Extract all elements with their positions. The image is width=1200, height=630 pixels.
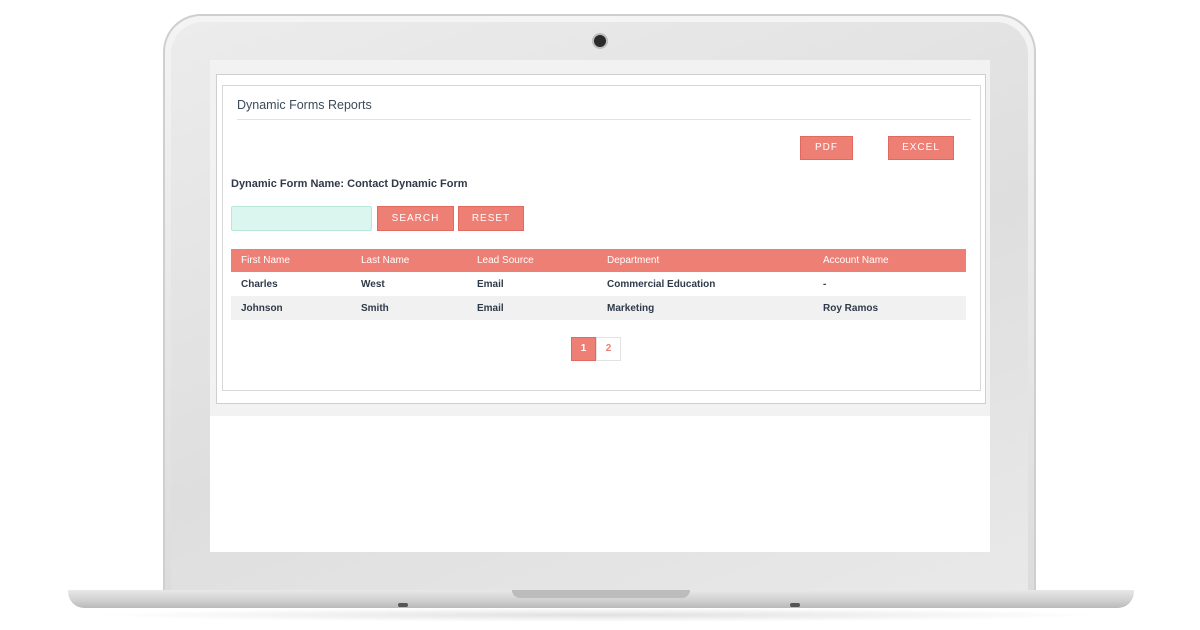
table-row: Johnson Smith Email Marketing Roy Ramos xyxy=(231,296,966,320)
report-panel: Dynamic Forms Reports PDF EXCEL Dynamic … xyxy=(222,85,981,391)
reset-button[interactable]: RESET xyxy=(458,206,524,231)
table-header-row: First Name Last Name Lead Source Departm… xyxy=(231,249,966,272)
excel-export-button[interactable]: EXCEL xyxy=(888,136,954,160)
cell-first-name: Johnson xyxy=(231,296,351,320)
pagination: 1 2 xyxy=(571,337,621,361)
laptop-foot xyxy=(790,603,800,607)
column-header-department[interactable]: Department xyxy=(597,249,813,272)
laptop-foot xyxy=(398,603,408,607)
webcam-icon xyxy=(594,35,606,47)
cell-last-name: Smith xyxy=(351,296,467,320)
laptop-screen: Dynamic Forms Reports PDF EXCEL Dynamic … xyxy=(210,60,990,552)
column-header-account-name[interactable]: Account Name xyxy=(813,249,966,272)
table-row: Charles West Email Commercial Education … xyxy=(231,272,966,296)
title-divider xyxy=(237,119,971,120)
cell-lead-source: Email xyxy=(467,296,597,320)
cell-account-name: - xyxy=(823,278,827,290)
cell-last-name: West xyxy=(361,278,385,290)
laptop-shadow xyxy=(90,608,1110,622)
page-title: Dynamic Forms Reports xyxy=(237,98,372,112)
cell-lead-source: Email xyxy=(477,278,504,290)
cell-department: Marketing xyxy=(597,296,813,320)
column-header-lead-source[interactable]: Lead Source xyxy=(467,249,597,272)
page-2-button[interactable]: 2 xyxy=(596,337,621,361)
cell-department: Commercial Education xyxy=(607,278,716,290)
page-1-button[interactable]: 1 xyxy=(571,337,596,361)
report-container: Dynamic Forms Reports PDF EXCEL Dynamic … xyxy=(216,74,986,404)
search-input[interactable] xyxy=(231,206,372,231)
column-header-first-name[interactable]: First Name xyxy=(231,249,351,272)
laptop-mockup: Dynamic Forms Reports PDF EXCEL Dynamic … xyxy=(0,0,1200,630)
search-button[interactable]: SEARCH xyxy=(377,206,454,231)
report-table: First Name Last Name Lead Source Departm… xyxy=(231,249,966,320)
cell-first-name: Charles xyxy=(241,278,278,290)
laptop-base-notch xyxy=(512,590,690,598)
pdf-export-button[interactable]: PDF xyxy=(800,136,853,160)
form-name-label: Dynamic Form Name: Contact Dynamic Form xyxy=(231,178,468,190)
screen-blank-area xyxy=(210,416,990,552)
cell-account-name: Roy Ramos xyxy=(813,296,966,320)
column-header-last-name[interactable]: Last Name xyxy=(351,249,467,272)
